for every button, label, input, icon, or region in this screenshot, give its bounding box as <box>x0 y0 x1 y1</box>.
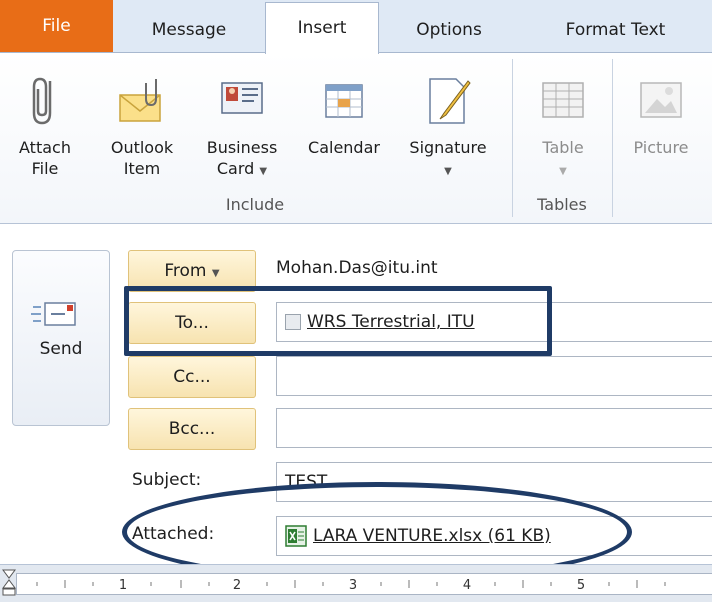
from-label: From <box>164 261 207 281</box>
outlook-item-label-2: Item <box>123 159 161 178</box>
bcc-field[interactable] <box>276 408 712 448</box>
signature-pen-icon <box>429 78 471 124</box>
ruler-ticks: 1 2 3 4 5 <box>36 578 666 593</box>
dropdown-arrow-icon: ▼ <box>211 268 220 279</box>
tab-options[interactable]: Options <box>379 8 519 52</box>
send-envelope-icon <box>31 302 76 326</box>
ruler-number: 3 <box>349 578 357 593</box>
calendar-icon <box>325 84 363 118</box>
business-card-icon <box>221 82 263 114</box>
business-card-label-1: Business <box>206 138 278 157</box>
ruler-number: 4 <box>463 578 471 593</box>
picture-icon <box>640 82 682 118</box>
send-label: Send <box>39 339 83 359</box>
indent-marker-icon[interactable] <box>2 569 16 599</box>
business-card-label-2: Card <box>216 159 255 178</box>
ruler-number: 5 <box>577 578 585 593</box>
picture-label: Picture <box>633 138 689 157</box>
dropdown-arrow-icon: ▼ <box>259 166 268 177</box>
send-button[interactable]: Send <box>12 250 110 426</box>
calendar-label: Calendar <box>308 138 380 157</box>
ruler: 1 2 3 4 5 <box>0 564 712 602</box>
ruler-track[interactable]: 1 2 3 4 5 <box>16 573 712 595</box>
outlook-item-label-1: Outlook <box>110 138 174 157</box>
table-label: Table <box>542 138 584 157</box>
group-separator <box>512 59 513 217</box>
message-header: Send From ▼ Mohan.Das@itu.int To... WRS … <box>0 224 712 602</box>
dropdown-arrow-icon: ▼ <box>559 166 567 177</box>
subject-label: Subject: <box>132 470 202 490</box>
attach-file-label-2: File <box>31 159 59 178</box>
envelope-clip-icon <box>119 79 161 122</box>
tab-file[interactable]: File <box>0 0 113 52</box>
ribbon: Attach File Outlook Item Business Card ▼ <box>0 52 712 224</box>
signature-label: Signature <box>409 138 487 157</box>
ruler-number: 2 <box>233 578 241 593</box>
from-address: Mohan.Das@itu.int <box>276 258 438 278</box>
group-label-tables: Tables <box>537 195 587 214</box>
ruler-number: 1 <box>119 578 127 593</box>
attach-file-label-1: Attach <box>19 138 71 157</box>
tab-format-text[interactable]: Format Text <box>519 8 712 52</box>
table-grid-icon <box>542 82 584 118</box>
tab-insert[interactable]: Insert <box>265 2 379 54</box>
group-label-include: Include <box>225 195 285 214</box>
dropdown-arrow-icon: ▼ <box>444 166 452 177</box>
tab-message[interactable]: Message <box>113 8 265 52</box>
group-separator <box>612 59 613 217</box>
bcc-button[interactable]: Bcc... <box>128 408 256 450</box>
ribbon-tab-strip: File Message Insert Options Format Text <box>0 0 712 54</box>
to-highlight-box <box>124 286 552 356</box>
cc-button[interactable]: Cc... <box>128 356 256 398</box>
cc-field[interactable] <box>276 356 712 396</box>
paperclip-icon <box>32 77 52 125</box>
